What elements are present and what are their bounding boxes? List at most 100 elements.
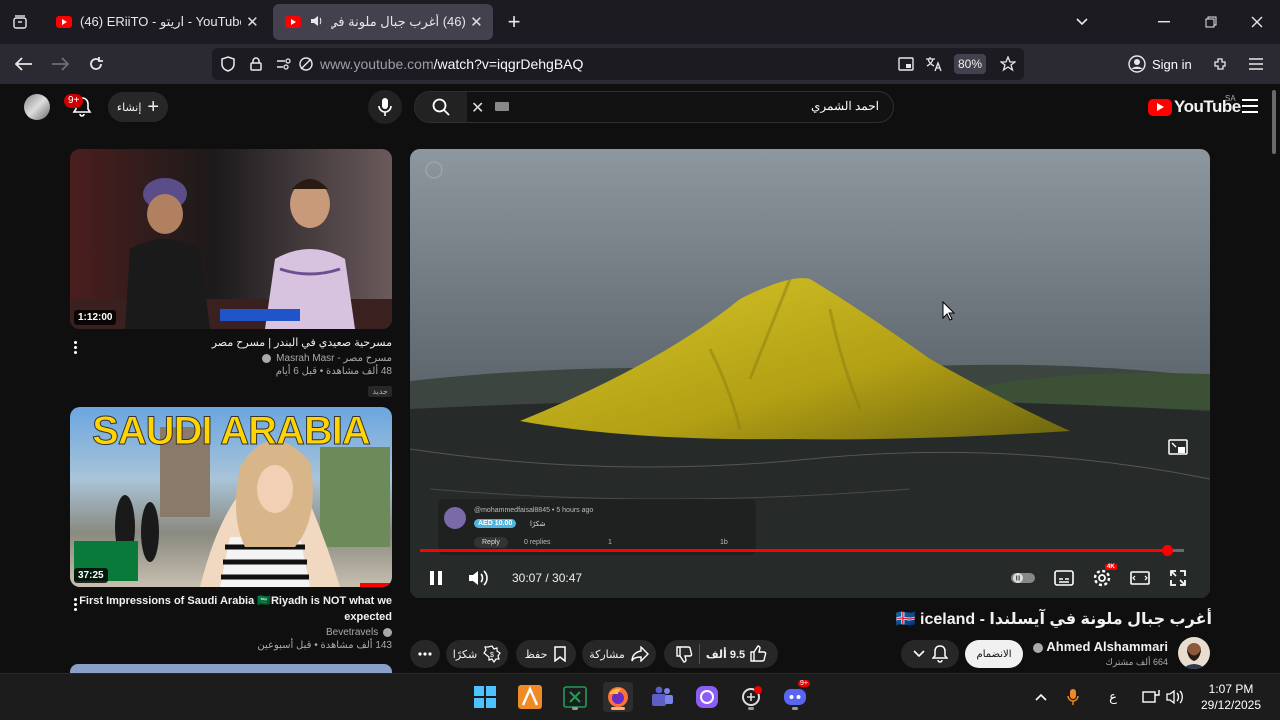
related-video-card[interactable]: SAUDI ARABIA 37:25 First Impressions of … (70, 407, 392, 651)
video-thumbnail[interactable]: 1:12:00 (70, 149, 392, 329)
shield-icon[interactable] (216, 52, 240, 76)
permissions-icon[interactable] (272, 52, 296, 76)
related-video-card[interactable]: 1:12:00 مسرحية صعيدي في البندر | مسرح مص… (70, 149, 392, 397)
browser-tab-erriito[interactable]: (46) ERiiTO - اريتو - YouTube ✕ (44, 4, 270, 40)
show-hidden-icons-icon[interactable] (1030, 686, 1052, 708)
related-video-title[interactable]: مسرحية صعيدي في البندر | مسرح مصر (70, 335, 392, 351)
close-window-icon[interactable] (1243, 8, 1271, 36)
related-video-title[interactable]: First Impressions of Saudi Arabia 🇸🇦Riya… (70, 593, 392, 625)
volume-icon[interactable] (466, 565, 490, 591)
clear-search-icon[interactable]: ✕ (471, 98, 484, 118)
search-icon[interactable] (415, 92, 467, 122)
url-path: /watch?v=iqgrDehgBAQ (433, 56, 584, 72)
miniplayer-icon[interactable] (1168, 439, 1190, 459)
browser-tab-active[interactable]: (46) أغرب جبال ملونة في آيـ ✕ (273, 4, 493, 40)
new-badge: جديد (368, 386, 392, 397)
page-scrollbar[interactable] (1272, 90, 1276, 154)
verified-check-icon (1033, 642, 1044, 653)
subscribed-button[interactable] (901, 640, 959, 668)
youtube-favicon-icon (285, 16, 301, 28)
more-actions-icon[interactable] (74, 598, 78, 612)
theater-mode-icon[interactable] (1128, 565, 1152, 591)
copilot-icon[interactable] (692, 682, 722, 712)
windows-start-icon[interactable] (470, 682, 500, 712)
active-indicator (611, 707, 625, 710)
channel-name: مسرح مصر - Masrah Masr (276, 353, 392, 364)
dislike-button[interactable] (675, 645, 693, 663)
video-thumbnail[interactable] (70, 664, 392, 673)
related-video-channel[interactable]: مسرح مصر - Masrah Masr (70, 353, 392, 364)
fullscreen-icon[interactable] (1166, 565, 1190, 591)
create-button[interactable]: إنشاء + (108, 92, 168, 122)
chevron-down-icon[interactable] (1068, 8, 1096, 36)
reply-button[interactable]: Reply (474, 537, 508, 548)
video-thumbnail[interactable]: SAUDI ARABIA 37:25 (70, 407, 392, 587)
sign-in-button[interactable]: Sign in (1128, 52, 1192, 76)
like-button[interactable]: 9.5 ألف (706, 645, 767, 663)
discord-icon[interactable]: 9+ (780, 680, 810, 712)
system-clock[interactable]: 1:07 PM 29/12/2025 (1196, 681, 1266, 713)
related-video-card[interactable] (70, 664, 392, 673)
pause-icon[interactable] (424, 565, 448, 591)
tab-title: (46) أغرب جبال ملونة في آيـ (331, 14, 466, 29)
microphone-icon[interactable] (1062, 686, 1084, 708)
settings-gear-icon[interactable]: 4K (1090, 564, 1117, 591)
bookmark-star-icon[interactable] (996, 52, 1020, 76)
avatar[interactable] (24, 94, 50, 120)
teams-icon[interactable] (647, 682, 677, 712)
lock-icon[interactable] (244, 52, 268, 76)
thanks-button[interactable]: شكرًا $ (446, 640, 508, 668)
address-bar[interactable]: www.youtube.com/watch?v=iqgrDehgBAQ 80% (212, 48, 1024, 80)
save-button[interactable]: حفظ (516, 640, 576, 668)
extensions-icon[interactable] (1206, 50, 1234, 78)
progress-bar[interactable] (420, 545, 1184, 556)
video-title: أغرب جبال ملونة في آيسلندا - 🇮🇸 iceland (895, 611, 1212, 628)
commenter-avatar (444, 507, 466, 529)
youtube-header: 9+ إنشاء + ✕ YouTube SA (0, 84, 1280, 132)
network-icon[interactable] (1140, 686, 1162, 708)
share-button[interactable]: مشاركة (582, 640, 656, 668)
captions-icon[interactable] (1052, 565, 1076, 591)
video-player[interactable]: @mohammedfaisal8845 • 5 hours ago AED 10… (410, 149, 1210, 598)
forward-icon[interactable] (46, 50, 74, 78)
close-tab-icon[interactable]: ✕ (241, 13, 264, 31)
search-bar[interactable]: ✕ (414, 91, 894, 123)
excel-icon[interactable] (560, 682, 590, 712)
restore-icon[interactable] (1197, 8, 1225, 36)
search-input[interactable] (559, 99, 879, 113)
replies-count: 0 replies (524, 539, 551, 546)
related-video-channel[interactable]: Bevetravels (70, 627, 392, 638)
channel-name[interactable]: Ahmed Alshammari (1033, 639, 1168, 654)
app-menu-icon[interactable] (1242, 50, 1270, 78)
reload-icon[interactable] (82, 50, 110, 78)
keyboard-icon[interactable] (495, 102, 509, 111)
plus-icon: + (147, 96, 160, 118)
share-label: مشاركة (589, 648, 625, 661)
zoom-level[interactable]: 80% (954, 54, 986, 74)
minimize-icon[interactable] (1150, 8, 1178, 36)
translate-icon[interactable] (922, 52, 946, 76)
autoplay-toggle-icon[interactable] (1010, 565, 1036, 591)
more-options-button[interactable] (410, 640, 440, 668)
join-button[interactable]: الانضمام (965, 640, 1023, 668)
chatgpt-icon[interactable] (736, 682, 766, 712)
comment-time: 5 hours ago (556, 507, 594, 514)
app-launcher-icon[interactable] (515, 682, 545, 712)
new-tab-icon[interactable]: + (500, 8, 528, 36)
speaker-icon[interactable] (309, 14, 323, 31)
volume-icon[interactable] (1164, 686, 1186, 708)
back-icon[interactable] (10, 50, 38, 78)
close-tab-icon[interactable]: ✕ (466, 13, 487, 31)
channel-avatar[interactable] (1178, 637, 1210, 669)
tab-overview-icon[interactable] (6, 8, 34, 36)
save-label: حفظ (524, 648, 548, 661)
more-actions-icon[interactable] (74, 341, 78, 355)
guide-menu-icon[interactable] (1242, 99, 1258, 113)
picture-in-picture-icon[interactable] (894, 52, 918, 76)
voice-search-icon[interactable] (368, 90, 402, 124)
running-indicator (748, 707, 754, 710)
autoplay-blocked-icon[interactable] (294, 52, 318, 76)
firefox-icon[interactable] (603, 682, 633, 712)
url-text[interactable]: www.youtube.com/watch?v=iqgrDehgBAQ (320, 56, 583, 72)
language-indicator[interactable]: ع (1102, 686, 1124, 708)
